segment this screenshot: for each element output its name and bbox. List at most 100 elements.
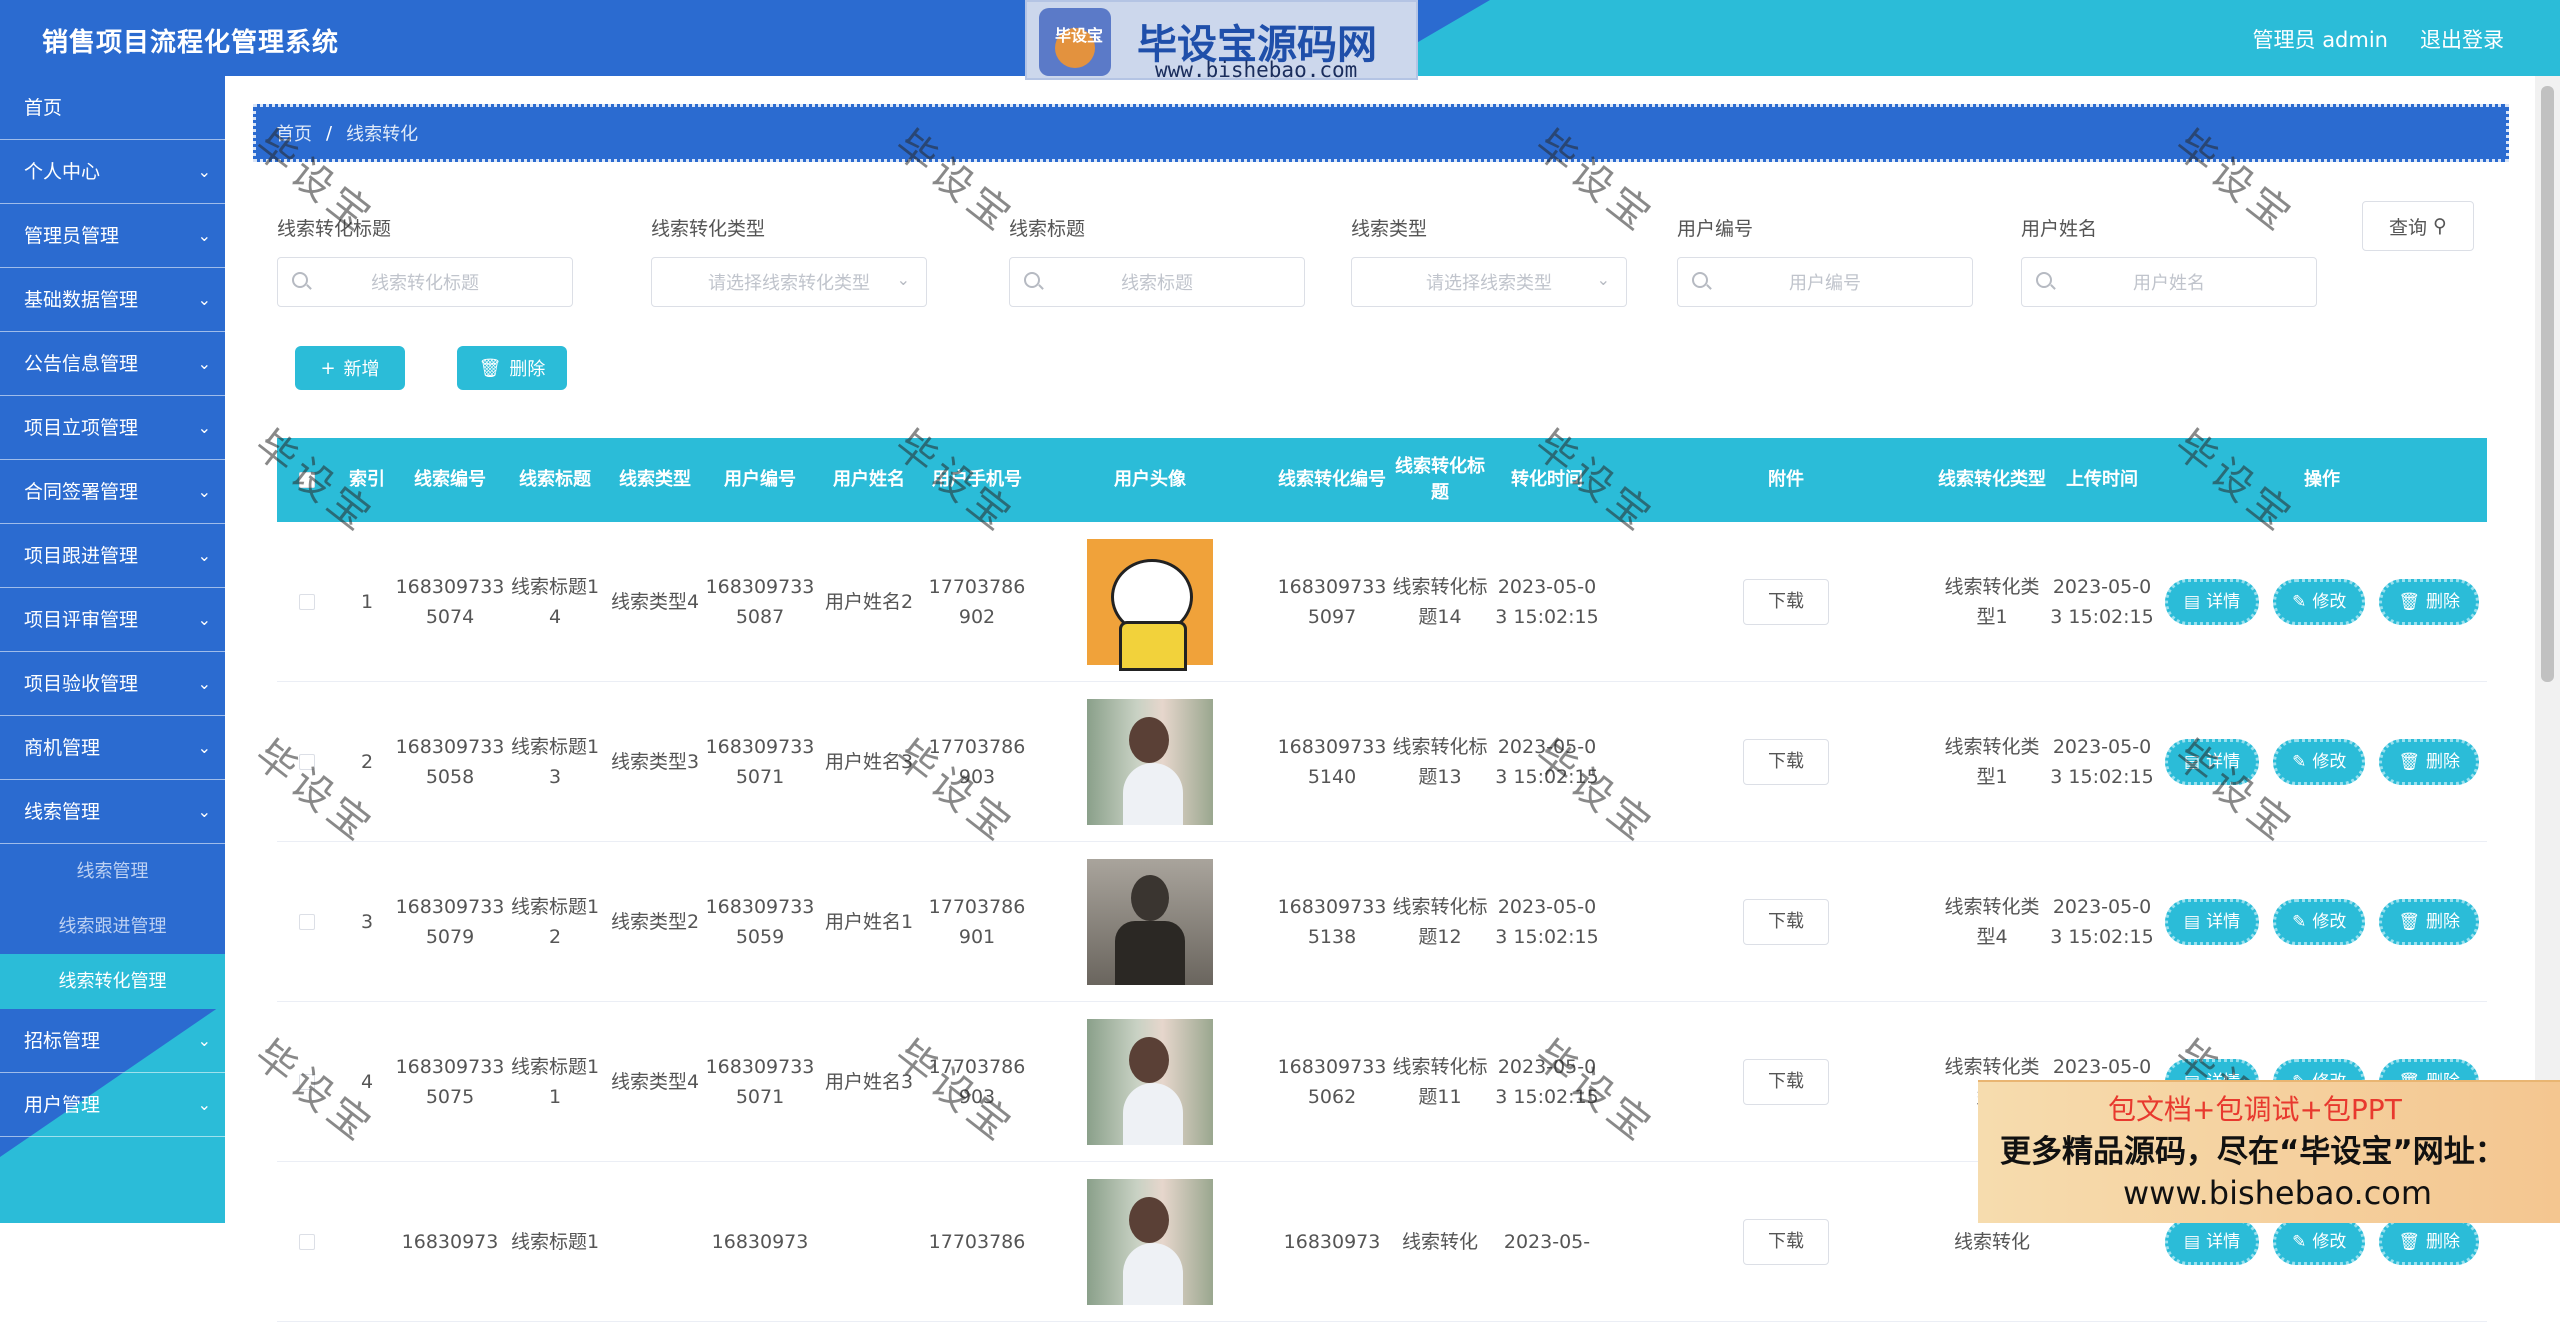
sidebar-item-label: 管理员管理	[24, 225, 120, 247]
download-button[interactable]: 下载	[1743, 579, 1829, 625]
select-all-checkbox[interactable]	[299, 472, 315, 488]
detail-button[interactable]: ▤详情	[2165, 899, 2260, 945]
download-button[interactable]: 下载	[1743, 1219, 1829, 1265]
sidebar-item[interactable]: 用户管理 ⌄	[0, 1073, 225, 1137]
document-icon: ▤	[2184, 592, 2201, 612]
attachment-cell: 下载	[1601, 1162, 1971, 1322]
detail-button[interactable]: ▤详情	[2165, 579, 2260, 625]
breadcrumb-home[interactable]: 首页	[276, 120, 312, 146]
filter-label: 线索标题	[1009, 218, 1086, 240]
add-button[interactable]: + 新增	[295, 346, 405, 390]
table-cell: 2023-05-03 15:02:15	[2050, 736, 2154, 788]
sidebar-item-label: 项目跟进管理	[24, 545, 139, 567]
table-cell: 1683097335074	[395, 576, 505, 628]
table-cell: 16830973	[711, 1231, 809, 1253]
detail-button-label: 详情	[2206, 752, 2241, 772]
table-cell: 17703786901	[928, 896, 1026, 948]
watermark-logo-icon: 毕设宝	[1039, 8, 1111, 76]
filter-select[interactable]: 请选择线索类型 ⌄	[1351, 257, 1627, 307]
logout-link[interactable]: 退出登录	[2420, 24, 2504, 54]
row-checkbox[interactable]	[299, 754, 315, 770]
attachment-cell: 下载	[1601, 842, 1971, 1002]
promo-banner: 包文档+包调试+包PPT 更多精品源码，尽在“毕设宝”网址： www.bishe…	[1978, 1080, 2560, 1223]
sidebar-item[interactable]: 招标管理 ⌄	[0, 1009, 225, 1073]
download-button[interactable]: 下载	[1743, 739, 1829, 785]
sidebar-item[interactable]: 首页	[0, 76, 225, 140]
table-cell: 用户姓名1	[824, 911, 914, 933]
search-icon	[1024, 272, 1040, 288]
detail-button[interactable]: ▤详情	[2165, 739, 2260, 785]
sidebar-item[interactable]: 商机管理 ⌄	[0, 716, 225, 780]
vertical-scrollbar[interactable]	[2535, 76, 2560, 1223]
chevron-down-icon: ⌄	[197, 610, 211, 629]
attachment-cell: 下载	[1601, 682, 1971, 842]
sidebar-item[interactable]: 个人中心 ⌄	[0, 140, 225, 204]
row-checkbox[interactable]	[299, 914, 315, 930]
sidebar-subitem[interactable]: 线索管理	[0, 844, 225, 899]
sidebar-subitem[interactable]: 线索跟进管理	[0, 899, 225, 954]
filter-input[interactable]: 线索标题	[1009, 257, 1305, 307]
app-title: 销售项目流程化管理系统	[42, 28, 340, 58]
avatar-cell	[1031, 522, 1269, 682]
avatar-cell	[1031, 682, 1269, 842]
plus-icon: +	[320, 357, 336, 379]
row-checkbox[interactable]	[299, 594, 315, 610]
row-checkbox[interactable]	[299, 1234, 315, 1250]
sidebar-subitem[interactable]: 线索转化管理	[0, 954, 225, 1009]
filter-input[interactable]: 线索转化标题	[277, 257, 573, 307]
chevron-down-icon: ⌄	[197, 354, 211, 373]
user-avatar	[1087, 699, 1213, 825]
detail-button[interactable]: ▤详情	[2165, 1219, 2260, 1265]
table-header: 索引 线索编号 线索标题 线索类型 用户编号 用户姓名 用户手机号 用户头像 线索转化编号 线索转…	[277, 438, 2487, 522]
row-checkbox[interactable]	[299, 1074, 315, 1090]
edit-button[interactable]: ✎修改	[2273, 579, 2366, 625]
breadcrumb-separator: /	[326, 122, 333, 144]
download-button[interactable]: 下载	[1743, 1059, 1829, 1105]
table-cell: 16830973	[1283, 1231, 1381, 1253]
sidebar-item[interactable]: 项目跟进管理 ⌄	[0, 524, 225, 588]
attachment-cell: 下载	[1601, 1002, 1971, 1162]
detail-button-label: 详情	[2206, 912, 2241, 932]
table-cell: 2	[360, 751, 374, 773]
edit-button[interactable]: ✎修改	[2273, 1219, 2366, 1265]
filter-input[interactable]: 用户编号	[1677, 257, 1973, 307]
table-cell: 线索标题11	[510, 1056, 600, 1108]
edit-button[interactable]: ✎修改	[2273, 739, 2366, 785]
row-delete-button[interactable]: 🗑删除	[2379, 739, 2479, 785]
table-cell: 线索转化标题13	[1392, 736, 1488, 788]
sidebar-item[interactable]: 项目验收管理 ⌄	[0, 652, 225, 716]
column-header: 索引	[349, 469, 385, 490]
filter-group: 用户姓名 用户姓名	[2021, 214, 2317, 307]
filter-placeholder: 请选择线索类型	[1426, 273, 1552, 294]
breadcrumb: 首页 / 线索转化	[253, 104, 2509, 162]
table-cell: 2023-05-03 15:02:15	[1495, 896, 1599, 948]
row-delete-button[interactable]: 🗑删除	[2379, 899, 2479, 945]
row-delete-button[interactable]: 🗑删除	[2379, 579, 2479, 625]
sidebar-item[interactable]: 项目评审管理 ⌄	[0, 588, 225, 652]
table-cell: 线索转化	[1401, 1231, 1478, 1253]
table-cell: 16830973	[401, 1231, 499, 1253]
edit-button[interactable]: ✎修改	[2273, 899, 2366, 945]
row-delete-button[interactable]: 🗑删除	[2379, 1219, 2479, 1265]
batch-delete-button[interactable]: 🗑 删除	[457, 346, 567, 390]
column-header: 线索类型	[619, 469, 691, 490]
chevron-down-icon: ⌄	[197, 674, 211, 693]
filter-group: 线索转化标题 线索转化标题	[277, 214, 573, 307]
sidebar-item[interactable]: 合同签署管理 ⌄	[0, 460, 225, 524]
download-button[interactable]: 下载	[1743, 899, 1829, 945]
user-avatar	[1087, 1019, 1213, 1145]
sidebar-item-label: 首页	[24, 97, 63, 119]
filter-label: 用户编号	[1677, 218, 1754, 240]
scrollbar-thumb[interactable]	[2541, 86, 2554, 682]
sidebar-item[interactable]: 公告信息管理 ⌄	[0, 332, 225, 396]
sidebar-item[interactable]: 基础数据管理 ⌄	[0, 268, 225, 332]
query-button[interactable]: 查询 ⚲	[2362, 201, 2474, 251]
sidebar-item[interactable]: 线索管理 ⌄	[0, 780, 225, 844]
filter-input[interactable]: 用户姓名	[2021, 257, 2317, 307]
filter-select[interactable]: 请选择线索转化类型 ⌄	[651, 257, 927, 307]
document-icon: ▤	[2184, 752, 2201, 772]
sidebar-item[interactable]: 管理员管理 ⌄	[0, 204, 225, 268]
sidebar-item[interactable]: 项目立项管理 ⌄	[0, 396, 225, 460]
table-cell: 2023-05-03 15:02:15	[1495, 576, 1599, 628]
sidebar-item-label: 公告信息管理	[24, 353, 139, 375]
